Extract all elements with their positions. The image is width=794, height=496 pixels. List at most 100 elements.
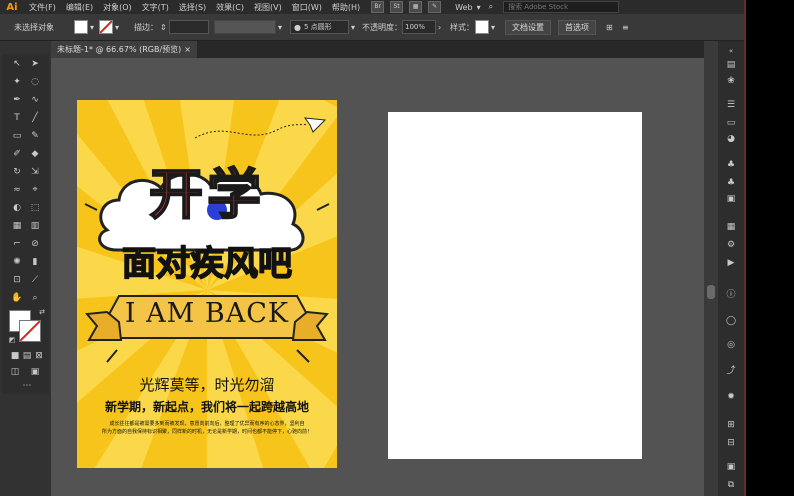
slice-tool-icon[interactable]: ⟋ [28,274,42,286]
stroke-color-box[interactable] [19,320,41,342]
menu-file[interactable]: 文件(F) [24,2,61,13]
transform-icon[interactable]: ⊟ [723,437,739,449]
blend-tool-icon[interactable]: ⊘ [28,238,42,250]
variable-width-group: ▾ [214,14,282,40]
vertical-scrollbar[interactable] [704,41,718,496]
play-icon[interactable]: ▶ [723,257,739,269]
gradient-tool-icon[interactable]: ▥ [28,220,42,232]
window-edge [744,0,746,496]
grid-icon[interactable]: ▦ [409,1,423,13]
stock-button[interactable]: St [390,1,404,13]
paintbrush-icon[interactable]: ✎ [28,130,42,142]
menu-select[interactable]: 选择(S) [174,2,211,13]
eyedropper-icon[interactable]: ⌐ [10,238,24,250]
stock-search-input[interactable]: 搜索 Adobe Stock [503,1,620,13]
zoom-tool-icon[interactable]: ⌕ [28,292,42,304]
screen-mode-icon[interactable]: ▣ [28,366,42,378]
menu-object[interactable]: 对象(O) [98,2,137,13]
default-colors-icon[interactable]: ◩ [5,334,19,346]
chevron-down-icon[interactable]: ▾ [278,23,282,32]
free-transform-icon[interactable]: ⌖ [28,184,42,196]
blank-artboard[interactable] [388,112,642,459]
hand-tool-icon[interactable]: ✋ [10,292,24,304]
menu-window[interactable]: 窗口(W) [287,2,327,13]
appearance-icon[interactable]: ◕ [723,133,739,145]
chevron-down-icon[interactable]: ▾ [477,3,481,12]
stroke-panel-icon[interactable]: ◯ [723,315,739,327]
menu-view[interactable]: 视图(V) [249,2,287,13]
color-icon[interactable]: ❀ [723,75,739,87]
chevron-right-icon[interactable]: › [438,23,441,32]
opacity-input[interactable]: 100% [402,20,436,34]
menu-effect[interactable]: 效果(C) [211,2,249,13]
pen-tool-icon[interactable]: ✒ [10,94,24,106]
libraries-icon[interactable]: ▦ [723,221,739,233]
rectangle-tool-icon[interactable]: ▭ [10,130,24,142]
shaper-tool-icon[interactable]: ✐ [10,148,24,160]
graphic-styles-icon[interactable]: ▣ [723,193,739,205]
variable-width-profile[interactable] [214,20,276,34]
close-icon[interactable]: × [184,41,191,58]
artboards-icon[interactable]: ⧉ [723,479,739,491]
properties-icon[interactable]: ▤ [723,59,739,71]
scale-tool-icon[interactable]: ⇲ [28,166,42,178]
magic-wand-icon[interactable]: ✦ [10,76,24,88]
draw-mode-icon[interactable]: ◫ [8,366,22,378]
transparency-icon[interactable]: ✹ [723,391,739,403]
arrange-documents-icon[interactable]: ⊞ [606,14,613,40]
align-icon[interactable]: ☰ [723,99,739,111]
menu-type[interactable]: 文字(T) [137,2,174,13]
live-paint-icon[interactable]: ⬚ [28,202,42,214]
edit-toolbar-icon[interactable]: ⋯ [20,380,34,392]
info-icon[interactable]: ⓘ [723,289,739,301]
symbol-sprayer-icon[interactable]: ✺ [10,256,24,268]
swap-colors-icon[interactable]: ⇄ [35,306,49,318]
curvature-tool-icon[interactable]: ∿ [28,94,42,106]
style-swatch[interactable] [475,20,489,34]
direct-selection-tool-icon[interactable]: ➤ [28,58,42,70]
poster-body-line2: 所为方面的自我保持标识相聚，同样新的时机，无论是新学期，时间也都不能停下，心驰向… [101,429,312,435]
stepper-icon[interactable]: ⇕ [160,23,167,32]
preferences-button[interactable]: 首选项 [558,19,596,35]
brush-definition-select[interactable]: ● 5 点圆形 [290,20,349,34]
scrollbar-thumb[interactable] [707,285,715,299]
document-setup-button[interactable]: 文档设置 [505,19,551,35]
panel-menu-icon[interactable]: ≡ [622,14,629,40]
stroke-weight-input[interactable] [168,20,209,34]
shape-builder-icon[interactable]: ◐ [10,202,24,214]
chevron-down-icon[interactable]: ▾ [351,23,355,32]
fill-swatch[interactable] [74,20,88,34]
navigator-icon[interactable]: ▣ [723,461,739,473]
bridge-button[interactable]: Br [371,1,385,13]
stroke-swatch[interactable] [99,20,114,34]
chevron-down-icon[interactable]: ▾ [90,23,94,32]
pathfinder-icon[interactable]: ⊞ [723,419,739,431]
type-tool-icon[interactable]: T [10,112,24,124]
brush-icon[interactable]: ✎ [428,1,442,13]
tab-document[interactable]: 未标题-1* @ 66.67% (RGB/预览) × [51,41,197,58]
eraser-icon[interactable]: ◆ [28,148,42,160]
collapse-panels-icon[interactable]: « [723,45,739,57]
selection-tool-icon[interactable]: ↖ [10,58,24,70]
line-tool-icon[interactable]: ╱ [28,112,42,124]
warp-tool-icon[interactable]: ≈ [10,184,24,196]
chevron-down-icon[interactable]: ▾ [115,23,119,32]
poster-artboard[interactable]: 开学 面对疾风吧 I AM BACK 光辉莫等，时光勿溜 新学期，新起点，我们将… [77,100,337,468]
rotate-tool-icon[interactable]: ↻ [10,166,24,178]
none-slash-icon [100,21,113,33]
menu-edit[interactable]: 编辑(E) [61,2,98,13]
chevron-down-icon[interactable]: ▾ [491,23,495,32]
column-graph-icon[interactable]: ▮ [28,256,42,268]
workspace-switcher[interactable]: Web [455,3,472,12]
symbols-icon[interactable]: ♣ [723,159,739,171]
layers-icon[interactable]: ▭ [723,117,739,129]
actions-icon[interactable]: ⚙ [723,239,739,251]
perspective-grid-icon[interactable]: ▦ [10,220,24,232]
artboard-tool-icon[interactable]: ⊡ [10,274,24,286]
export-icon[interactable]: ⤴ [723,365,739,377]
menu-help[interactable]: 帮助(H) [327,2,365,13]
brushes-icon[interactable]: ♣ [723,177,739,189]
lasso-icon[interactable]: ◌ [28,76,42,88]
gradient-panel-icon[interactable]: ◎ [723,339,739,351]
none-mode-icon[interactable]: ⊠ [32,350,46,362]
